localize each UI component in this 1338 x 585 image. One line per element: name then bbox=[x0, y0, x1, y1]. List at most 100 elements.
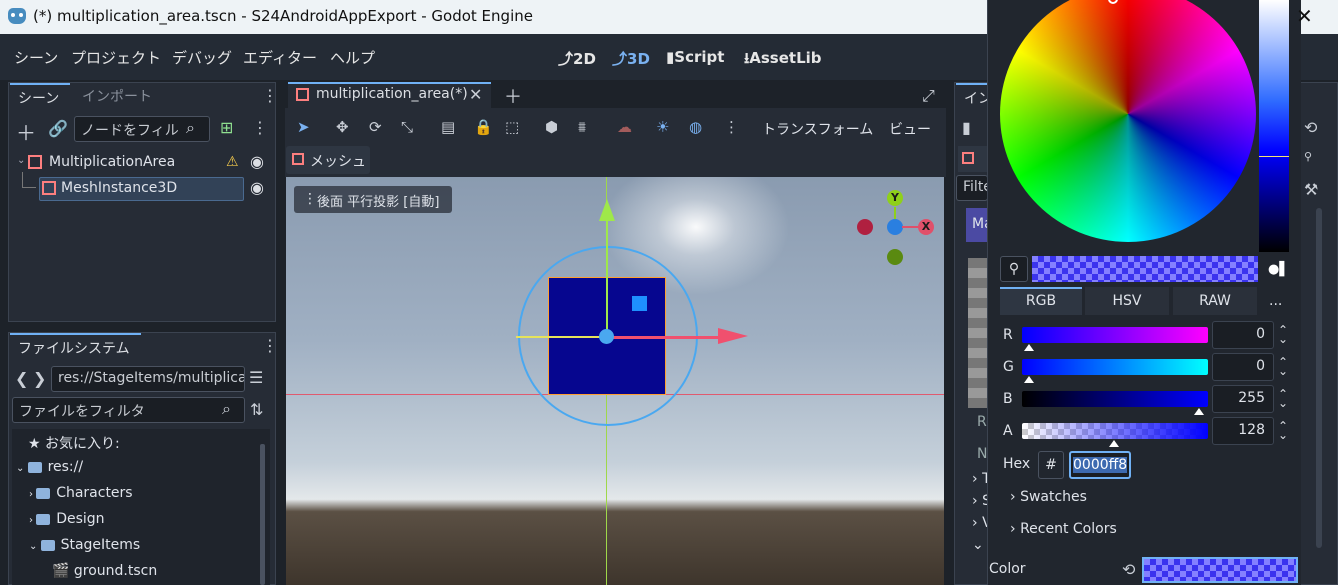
folder-design[interactable]: › Design bbox=[29, 511, 105, 527]
group-icon[interactable]: ⬚ bbox=[505, 118, 519, 136]
b-slider[interactable] bbox=[1022, 391, 1208, 407]
tree-node-meshinstance3d[interactable]: MeshInstance3D bbox=[61, 180, 177, 196]
mode-3d-button[interactable]: ⤴3D bbox=[612, 48, 650, 69]
tab-filesystem[interactable]: ファイルシステム bbox=[10, 333, 141, 359]
color-wheel[interactable] bbox=[1000, 0, 1256, 242]
layout-toggle-icon[interactable]: ☰ bbox=[249, 368, 263, 387]
tab-raw[interactable]: RAW bbox=[1173, 287, 1257, 315]
transform-menu[interactable]: トランスフォーム bbox=[762, 119, 873, 139]
visibility-eye-icon[interactable]: ◉ bbox=[250, 152, 264, 171]
select-tool-icon[interactable]: ➤ bbox=[297, 118, 310, 136]
list-select-icon[interactable]: ▤ bbox=[441, 118, 455, 136]
link-icon[interactable]: 🔗 bbox=[48, 119, 68, 138]
menu-project[interactable]: プロジェクト bbox=[71, 47, 161, 68]
mode-script-button[interactable]: ▮Script bbox=[666, 48, 724, 66]
r-slider-handle[interactable] bbox=[1024, 344, 1034, 351]
gizmo-neg-y-button[interactable] bbox=[887, 249, 903, 265]
x-arrow-icon[interactable] bbox=[718, 328, 748, 344]
lock-icon[interactable]: 🔒 bbox=[474, 118, 493, 136]
b-spinner-icon[interactable]: ⌃ ⌄ bbox=[1278, 388, 1288, 409]
favorites-item[interactable]: ★ お気に入り: bbox=[28, 433, 120, 453]
tree-node-multiplicationarea[interactable]: MultiplicationArea bbox=[49, 154, 175, 170]
fullscreen-icon[interactable]: ⤢ bbox=[922, 86, 935, 106]
move-tool-icon[interactable]: ✥ bbox=[336, 118, 349, 136]
g-slider-handle[interactable] bbox=[1024, 376, 1034, 383]
inspector-object[interactable] bbox=[958, 146, 988, 172]
a-slider-handle[interactable] bbox=[1109, 440, 1119, 447]
collapse-arrow-icon[interactable]: ⌄ bbox=[17, 155, 25, 166]
local-space-icon[interactable]: ⬢ bbox=[545, 118, 558, 136]
folder-res[interactable]: ⌄ res:// bbox=[16, 459, 83, 475]
a-value[interactable]: 128 bbox=[1212, 417, 1274, 445]
tab-hsv[interactable]: HSV bbox=[1085, 287, 1169, 315]
inspector-scrollbar[interactable] bbox=[1316, 208, 1322, 548]
recent-colors-section[interactable]: › Recent Colors bbox=[1010, 521, 1117, 537]
inspector-filter-input[interactable]: Filte bbox=[956, 175, 988, 201]
file-filter-input[interactable]: ファイルをフィルタ bbox=[12, 397, 245, 423]
preview-sun-icon[interactable]: ☁ bbox=[617, 118, 632, 136]
material-section[interactable]: Ma bbox=[966, 208, 993, 242]
b-slider-handle[interactable] bbox=[1194, 408, 1204, 415]
revert-icon[interactable]: ⟲ bbox=[1122, 560, 1135, 579]
close-tab-icon[interactable]: ✕ bbox=[469, 85, 482, 104]
g-value[interactable]: 0 bbox=[1212, 353, 1274, 381]
gizmo-neg-x-button[interactable] bbox=[857, 219, 873, 235]
snap-icon[interactable]: ⩩ bbox=[578, 118, 586, 136]
fs-menu-icon[interactable]: ⋮ bbox=[262, 336, 278, 355]
close-window-icon[interactable]: ✕ bbox=[1296, 4, 1313, 28]
folder-stageitems[interactable]: ⌄ StageItems bbox=[29, 537, 140, 553]
history-icon[interactable]: ⟲ bbox=[1304, 118, 1317, 137]
new-tab-icon[interactable]: ＋ bbox=[504, 83, 522, 109]
rotate-tool-icon[interactable]: ⟳ bbox=[369, 118, 382, 136]
new-resource-icon[interactable]: ▮ bbox=[962, 118, 971, 137]
forward-icon[interactable]: ❯ bbox=[33, 369, 46, 388]
g-spinner-icon[interactable]: ⌃ ⌄ bbox=[1278, 356, 1288, 377]
scene-more-icon[interactable]: ⋮ bbox=[252, 118, 268, 137]
menu-help[interactable]: ヘルプ bbox=[330, 47, 375, 68]
doc-icon[interactable]: ⚲ bbox=[1304, 150, 1312, 163]
toolbar-more-icon[interactable]: ⋮ bbox=[724, 118, 739, 136]
y-arrow-icon[interactable] bbox=[599, 199, 615, 221]
sort-icon[interactable]: ⇅ bbox=[250, 400, 263, 419]
tools-icon[interactable]: ⚒ bbox=[1304, 180, 1318, 199]
view-menu[interactable]: ビュー bbox=[889, 119, 931, 139]
gizmo-center[interactable] bbox=[599, 329, 614, 344]
hex-input[interactable]: 0000ff8 bbox=[1069, 451, 1131, 479]
tab-scene[interactable]: シーン bbox=[10, 83, 70, 109]
folder-characters[interactable]: › Characters bbox=[29, 485, 133, 501]
color-property-button[interactable] bbox=[1142, 557, 1298, 583]
scale-tool-icon[interactable]: ⤡ bbox=[401, 118, 413, 136]
mode-assetlib-button[interactable]: ⭳AssetLib bbox=[744, 48, 822, 73]
sample-toggle-icon[interactable]: ●▌ bbox=[1268, 262, 1289, 277]
r-slider[interactable] bbox=[1022, 327, 1208, 343]
file-ground-tscn[interactable]: 🎬 ground.tscn bbox=[52, 563, 157, 579]
instance-scene-icon[interactable]: ⊞ bbox=[220, 118, 233, 137]
r-value[interactable]: 0 bbox=[1212, 321, 1274, 349]
back-icon[interactable]: ❮ bbox=[15, 369, 28, 388]
value-slider[interactable] bbox=[1259, 0, 1289, 252]
swatches-section[interactable]: › Swatches bbox=[1010, 489, 1087, 505]
tab-import[interactable]: インポート bbox=[82, 86, 152, 106]
warning-icon[interactable]: ⚠ bbox=[226, 154, 239, 170]
menu-debug[interactable]: デバッグ bbox=[172, 47, 232, 68]
gizmo-y-button[interactable]: Y bbox=[887, 190, 903, 206]
mode-2d-button[interactable]: ⤴2D bbox=[558, 48, 596, 69]
gizmo-z-button[interactable] bbox=[887, 219, 903, 235]
eyedropper-icon[interactable]: ⚲ bbox=[1000, 256, 1028, 282]
menu-editor[interactable]: エディター bbox=[243, 47, 317, 68]
a-slider[interactable] bbox=[1022, 423, 1208, 439]
tab-rgb[interactable]: RGB bbox=[1000, 287, 1082, 315]
dock-menu-icon[interactable]: ⋮ bbox=[262, 86, 278, 105]
a-spinner-icon[interactable]: ⌃ ⌄ bbox=[1278, 420, 1288, 441]
add-node-icon[interactable]: ＋ bbox=[16, 117, 36, 146]
mode-more-button[interactable]: ... bbox=[1269, 293, 1282, 309]
hex-hash-toggle[interactable]: # bbox=[1038, 451, 1064, 479]
gizmo-x-button[interactable]: X bbox=[918, 219, 934, 235]
b-value[interactable]: 255 bbox=[1212, 385, 1274, 413]
g-slider[interactable] bbox=[1022, 359, 1208, 375]
sun-icon[interactable]: ☀ bbox=[656, 118, 669, 136]
r-spinner-icon[interactable]: ⌃ ⌄ bbox=[1278, 324, 1288, 345]
3d-viewport[interactable]: ⋮ 後面 平行投影 [自動] Y X bbox=[286, 177, 944, 585]
environment-icon[interactable]: ◍ bbox=[689, 118, 702, 136]
file-tree-scrollbar[interactable] bbox=[260, 444, 265, 585]
